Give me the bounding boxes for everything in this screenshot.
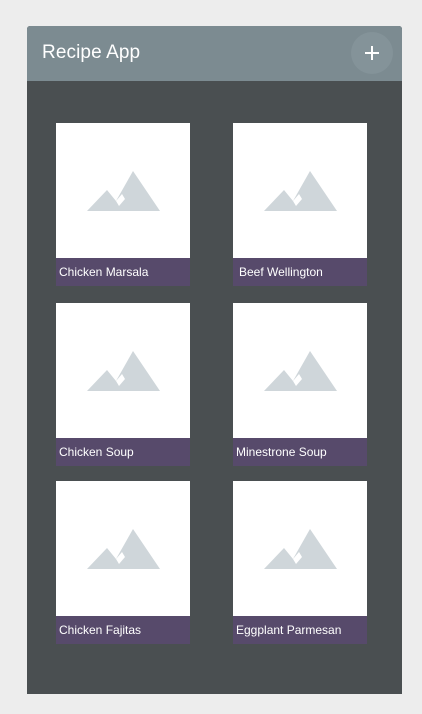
- recipe-name: Eggplant Parmesan: [233, 616, 367, 644]
- image-placeholder-icon: [264, 529, 337, 569]
- image-placeholder-icon: [87, 529, 160, 569]
- recipe-card[interactable]: Beef Wellington: [233, 123, 367, 286]
- image-placeholder-icon: [264, 171, 337, 211]
- recipe-name: Chicken Marsala: [56, 258, 190, 286]
- recipe-thumbnail: [56, 123, 190, 258]
- recipe-thumbnail: [233, 481, 367, 616]
- recipe-card[interactable]: Eggplant Parmesan: [233, 481, 367, 644]
- recipe-thumbnail: [233, 123, 367, 258]
- app-title: Recipe App: [42, 42, 141, 63]
- recipe-card[interactable]: Chicken Marsala: [56, 123, 190, 286]
- recipe-name: Chicken Fajitas: [56, 616, 190, 644]
- recipe-name: Beef Wellington: [233, 258, 367, 286]
- recipe-thumbnail: [56, 481, 190, 616]
- recipe-name: Chicken Soup: [56, 438, 190, 466]
- recipe-app-window: Recipe App Chicken Marsala Beef Wellingt…: [27, 26, 402, 694]
- recipe-card[interactable]: Chicken Soup: [56, 303, 190, 466]
- recipe-card[interactable]: Chicken Fajitas: [56, 481, 190, 644]
- app-bar: Recipe App: [27, 26, 402, 81]
- image-placeholder-icon: [87, 351, 160, 391]
- recipe-name: Minestrone Soup: [233, 438, 367, 466]
- recipe-card[interactable]: Minestrone Soup: [233, 303, 367, 466]
- plus-icon: [365, 46, 379, 60]
- image-placeholder-icon: [87, 171, 160, 211]
- image-placeholder-icon: [264, 351, 337, 391]
- recipe-thumbnail: [56, 303, 190, 438]
- recipe-thumbnail: [233, 303, 367, 438]
- add-recipe-button[interactable]: [351, 32, 393, 74]
